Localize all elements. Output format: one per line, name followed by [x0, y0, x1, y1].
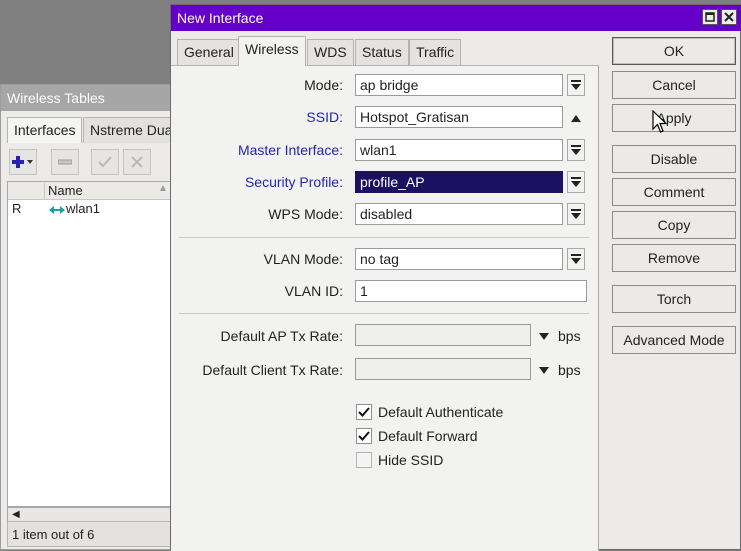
ssid-label: SSID:	[306, 109, 343, 125]
remove-icon	[58, 159, 72, 165]
interfaces-table: Name ▲ R wlan1	[7, 181, 174, 507]
checkmark-icon	[358, 404, 370, 420]
dropdown-arrow-icon	[571, 209, 581, 219]
hide-ssid-checkbox[interactable]	[356, 452, 372, 468]
default-ap-tx-rate-input[interactable]	[355, 324, 531, 346]
remove-button[interactable]: Remove	[612, 244, 736, 272]
disable-icon	[131, 156, 143, 168]
tab-wds[interactable]: WDS	[307, 39, 354, 65]
mode-select[interactable]: ap bridge	[355, 74, 563, 96]
close-icon	[724, 12, 734, 22]
ok-button[interactable]: OK	[612, 37, 736, 65]
vlan-id-label: VLAN ID:	[284, 283, 343, 299]
bps-unit: bps	[558, 328, 581, 344]
dialog-titlebar: New Interface	[171, 5, 741, 31]
master-interface-dropdown-button[interactable]	[567, 139, 585, 161]
mouse-cursor-icon	[652, 109, 668, 137]
maximize-icon	[705, 12, 715, 22]
hide-ssid-label: Hide SSID	[378, 452, 444, 468]
default-client-tx-rate-label: Default Client Tx Rate:	[202, 362, 343, 378]
default-forward-label: Default Forward	[378, 428, 478, 444]
close-button[interactable]	[721, 9, 737, 25]
row-flag: R	[12, 201, 22, 216]
vlan-mode-label: VLAN Mode:	[263, 251, 343, 267]
vlan-mode-select[interactable]: no tag	[355, 248, 563, 270]
maximize-button[interactable]	[702, 9, 718, 25]
wireless-tables-window: Wireless Tables Interfaces Nstreme Dua N…	[0, 84, 174, 550]
wps-mode-dropdown-button[interactable]	[567, 203, 585, 225]
mode-label: Mode:	[304, 77, 343, 93]
dialog-title: New Interface	[177, 10, 264, 26]
tab-status[interactable]: Status	[355, 39, 409, 65]
sort-icon: ▲	[158, 183, 168, 194]
master-interface-select[interactable]: wlan1	[355, 139, 563, 161]
wps-mode-label: WPS Mode:	[268, 206, 343, 222]
wireless-tables-title: Wireless Tables	[1, 85, 173, 111]
status-text: 1 item out of 6	[7, 521, 173, 547]
enable-icon	[98, 156, 112, 168]
add-button[interactable]	[9, 149, 37, 175]
default-ap-tx-rate-dropdown-button[interactable]	[535, 324, 553, 346]
default-client-tx-rate-input[interactable]	[355, 358, 531, 380]
disable-button[interactable]: Disable	[612, 145, 736, 173]
tab-general[interactable]: General	[177, 39, 241, 65]
tab-traffic[interactable]: Traffic	[409, 39, 462, 65]
default-ap-tx-rate-label: Default AP Tx Rate:	[220, 328, 343, 344]
ssid-collapse-button[interactable]	[567, 106, 585, 128]
dropdown-arrow-icon	[571, 80, 581, 90]
comment-button[interactable]: Comment	[612, 178, 736, 206]
triangle-down-icon	[539, 327, 549, 343]
scroll-left-icon[interactable]: ◀	[12, 509, 20, 520]
vlan-id-input[interactable]: 1	[355, 280, 587, 302]
triangle-up-icon	[571, 109, 581, 125]
tab-nstreme-dual[interactable]: Nstreme Dua	[83, 117, 173, 143]
row-name: wlan1	[66, 201, 100, 216]
dropdown-arrow-icon	[571, 177, 581, 187]
section-divider	[179, 237, 589, 238]
vlan-mode-dropdown-button[interactable]	[567, 248, 585, 270]
security-profile-label: Security Profile:	[244, 174, 343, 190]
mode-dropdown-button[interactable]	[567, 74, 585, 96]
tab-wireless[interactable]: Wireless	[238, 36, 306, 66]
security-profile-dropdown-button[interactable]	[567, 171, 585, 193]
copy-button[interactable]: Copy	[612, 211, 736, 239]
header-divider	[44, 183, 45, 199]
cancel-button[interactable]: Cancel	[612, 71, 736, 99]
master-interface-label: Master Interface:	[237, 142, 343, 158]
bps-unit: bps	[558, 362, 581, 378]
apply-button[interactable]: Apply	[612, 104, 736, 132]
add-icon	[12, 155, 34, 169]
section-divider	[179, 313, 589, 314]
default-authenticate-checkbox[interactable]	[356, 404, 372, 420]
security-profile-select[interactable]: profile_AP	[355, 171, 563, 193]
checkmark-icon	[358, 428, 370, 444]
default-forward-checkbox[interactable]	[356, 428, 372, 444]
table-header: Name ▲	[8, 182, 174, 200]
dropdown-arrow-icon	[571, 145, 581, 155]
advanced-mode-button[interactable]: Advanced Mode	[612, 326, 736, 354]
triangle-down-icon	[539, 361, 549, 377]
wps-mode-select[interactable]: disabled	[355, 203, 563, 225]
ssid-input[interactable]: Hotspot_Gratisan	[355, 106, 563, 128]
column-header-name[interactable]: Name	[48, 183, 83, 198]
disable-button[interactable]	[123, 149, 151, 175]
remove-button[interactable]	[51, 149, 79, 175]
wireless-panel: Mode: ap bridge SSID: Hotspot_Gratisan M…	[171, 65, 599, 551]
enable-button[interactable]	[91, 149, 119, 175]
default-client-tx-rate-dropdown-button[interactable]	[535, 358, 553, 380]
tab-interfaces[interactable]: Interfaces	[7, 117, 83, 143]
default-authenticate-label: Default Authenticate	[378, 404, 504, 420]
table-row[interactable]: R wlan1	[8, 200, 174, 218]
dropdown-arrow-icon	[571, 254, 581, 264]
wireless-interface-icon	[48, 203, 66, 218]
torch-button[interactable]: Torch	[612, 285, 736, 313]
